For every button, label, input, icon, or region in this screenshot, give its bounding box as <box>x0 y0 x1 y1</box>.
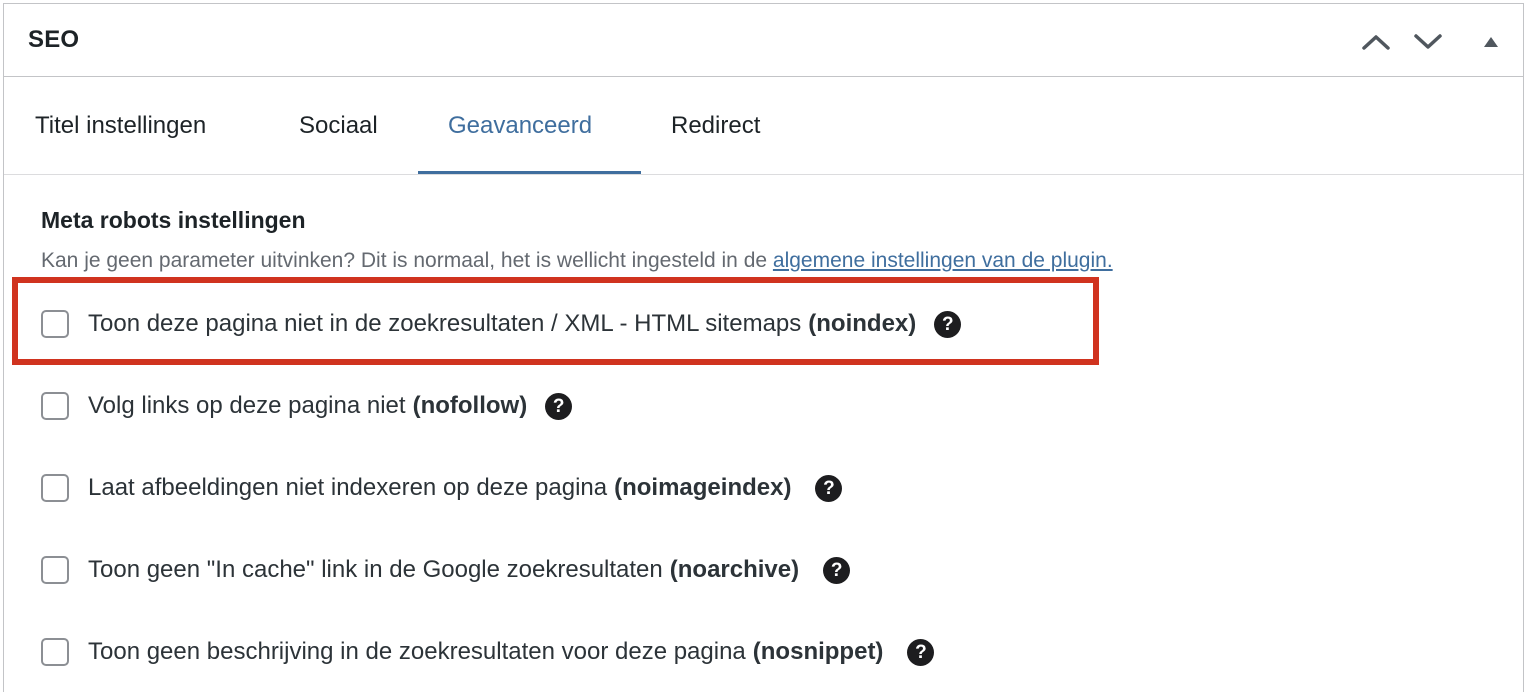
tab-titel-instellingen[interactable]: Titel instellingen <box>35 77 206 174</box>
tab-geavanceerd[interactable]: Geavanceerd <box>448 77 592 174</box>
panel-header: SEO <box>4 4 1523 77</box>
section-title: Meta robots instellingen <box>41 207 306 233</box>
help-icon[interactable]: ? <box>823 556 851 584</box>
move-down-button[interactable] <box>1410 24 1446 60</box>
chevron-down-icon <box>1414 34 1442 49</box>
section-description: Kan je geen parameter uitvinken? Dit is … <box>41 249 1113 273</box>
option-label: Toon geen "In cache" link in de Google z… <box>88 556 663 583</box>
panel-title: SEO <box>28 26 80 53</box>
option-code: (nosnippet) <box>752 638 884 665</box>
help-icon[interactable]: ? <box>815 474 843 502</box>
triangle-up-icon <box>1484 37 1498 47</box>
chevron-up-icon <box>1362 35 1390 50</box>
tab-bar: Titel instellingen Sociaal Geavanceerd R… <box>4 77 1523 175</box>
description-text: Kan je geen parameter uitvinken? Dit is … <box>41 249 773 272</box>
help-icon[interactable]: ? <box>545 392 573 420</box>
tab-sociaal[interactable]: Sociaal <box>299 77 378 174</box>
move-up-button[interactable] <box>1358 24 1394 60</box>
active-tab-indicator <box>418 171 641 174</box>
tab-redirect[interactable]: Redirect <box>671 77 760 174</box>
general-settings-link[interactable]: algemene instellingen van de plugin. <box>773 249 1113 272</box>
toggle-panel-button[interactable] <box>1473 24 1509 60</box>
noarchive-checkbox[interactable] <box>41 556 69 584</box>
nosnippet-checkbox[interactable] <box>41 638 69 666</box>
option-nofollow: Volg links op deze pagina niet (nofollow… <box>41 386 573 426</box>
option-nosnippet: Toon geen beschrijving in de zoekresulta… <box>41 632 935 672</box>
option-noimageindex: Laat afbeeldingen niet indexeren op deze… <box>41 468 843 508</box>
nofollow-checkbox[interactable] <box>41 392 69 420</box>
noindex-highlight-box <box>12 277 1099 365</box>
option-code: (noimageindex) <box>614 474 792 501</box>
help-icon[interactable]: ? <box>907 638 935 666</box>
option-label: Volg links op deze pagina niet <box>88 392 406 419</box>
option-noarchive: Toon geen "In cache" link in de Google z… <box>41 550 851 590</box>
option-label: Laat afbeeldingen niet indexeren op deze… <box>88 474 608 501</box>
noimageindex-checkbox[interactable] <box>41 474 69 502</box>
option-code: (nofollow) <box>412 392 528 419</box>
option-label: Toon geen beschrijving in de zoekresulta… <box>88 638 746 665</box>
option-code: (noarchive) <box>669 556 800 583</box>
